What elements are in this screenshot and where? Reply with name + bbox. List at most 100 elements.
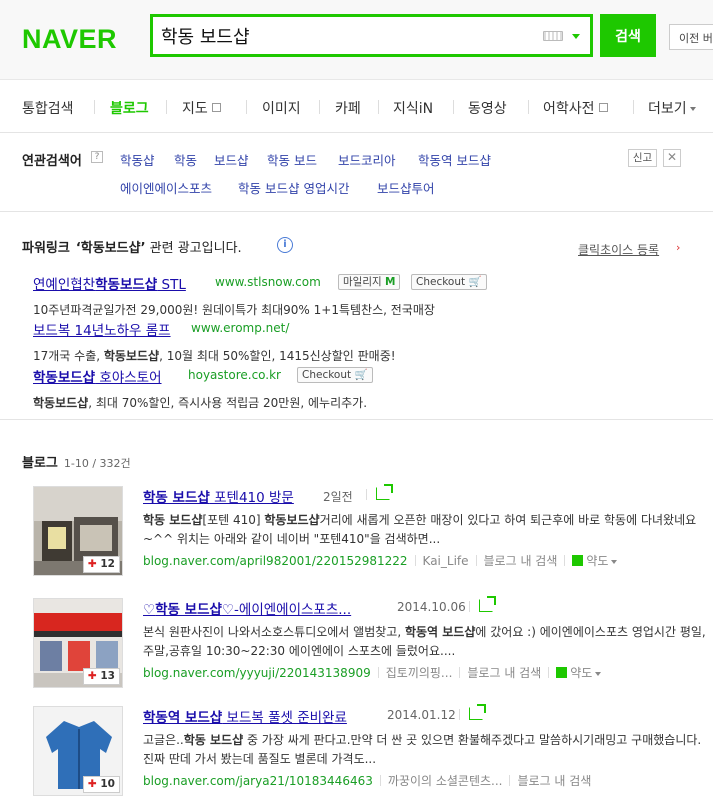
ad-url[interactable]: www.eromp.net/ (191, 321, 289, 335)
chevron-down-icon (595, 672, 602, 676)
report-button[interactable]: 신고 (628, 149, 657, 167)
autocomplete-arrow-icon[interactable] (572, 34, 580, 39)
share-icon[interactable] (376, 484, 393, 500)
ad-desc-text: , 최대 70%할인, 즉시사용 적립금 20만원, 에누리추가. (88, 396, 368, 410)
chevron-right-icon: › (676, 241, 681, 254)
related-item[interactable]: 보드코리아 (338, 150, 396, 169)
tab-map[interactable]: 지도 (182, 98, 221, 118)
tab-dictionary[interactable]: 어학사전 (543, 98, 608, 118)
help-icon[interactable]: ? (91, 151, 103, 163)
blog-description: 고글은..학동 보드샵 중 가장 싸게 판다고.만약 더 싼 곳 있으면 환불해… (143, 731, 708, 769)
chevron-down-icon (689, 107, 696, 111)
divider (366, 489, 367, 500)
search-tabs: 통합검색 블로그 지도 이미지 카페 지식iN 동영상 어학사전 더보기 (0, 80, 713, 133)
blog-thumbnail[interactable]: ✚ 13 (33, 598, 123, 688)
blog-url[interactable]: blog.naver.com/april982001/220152981222 (143, 554, 408, 568)
divider (459, 709, 460, 720)
image-count: 12 (100, 558, 115, 570)
tab-divider (453, 100, 454, 114)
blog-author[interactable]: Kai_Life (423, 554, 469, 568)
blog-title-link[interactable]: ♡학동 보드샵♡-에이엔에이스포츠... (143, 598, 351, 618)
divider (509, 775, 511, 786)
naver-logo[interactable]: NAVER (22, 24, 117, 55)
blog-author[interactable]: 집토끼의핑... (386, 666, 453, 680)
tab-video[interactable]: 동영상 (468, 98, 507, 118)
share-icon[interactable] (479, 596, 496, 612)
tab-kin[interactable]: 지식iN (393, 98, 433, 118)
search-button[interactable]: 검색 (600, 14, 656, 57)
ad-desc-text: 17개국 수출, (33, 349, 104, 363)
related-item[interactable]: 학동 보드샵 영업시간 (238, 178, 349, 197)
search-input[interactable] (161, 23, 531, 49)
post-date: 2일전 (323, 490, 353, 504)
image-count-badge: ✚ 13 (82, 668, 120, 685)
ad-desc-text: , 10월 최대 50%할인, 1415신상할인 판매중! (159, 349, 396, 363)
blog-label: 블로그 (22, 456, 58, 471)
in-blog-search-link[interactable]: 블로그 내 검색 (517, 774, 591, 788)
post-date: 2014.01.12 (387, 708, 456, 722)
ad-title-bold: 학동보드샵 (33, 370, 96, 386)
blog-result: ✚ 12 학동 보드샵 포텐410 방문 2일전 학동 보드샵[포텐 410] … (0, 484, 713, 598)
related-item[interactable]: 보드샵 (214, 150, 249, 169)
ad-desc-bold: 학동보드샵 (103, 349, 160, 363)
blog-title-bold: 학동 보드샵 (143, 490, 210, 506)
blog-author[interactable]: 까꿍이의 소셜콘텐츠... (388, 774, 503, 788)
in-blog-search-link[interactable]: 블로그 내 검색 (467, 666, 541, 680)
related-item[interactable]: 보드샵투어 (377, 178, 435, 197)
close-icon[interactable]: ✕ (663, 149, 681, 167)
related-item[interactable]: 학동샵 (120, 150, 155, 169)
mileage-badge: 마일리지 M (338, 274, 401, 290)
map-toggle[interactable]: 약도 (556, 666, 602, 680)
keyboard-icon[interactable] (543, 31, 563, 41)
blog-title-text: ♡-에이엔에이스포츠... (221, 602, 352, 618)
blog-meta: blog.naver.com/yyyuji/220143138909 집토끼의핑.… (143, 664, 602, 681)
related-item[interactable]: 학동 (174, 150, 197, 169)
ad-url[interactable]: www.stlsnow.com (215, 275, 321, 289)
divider (459, 667, 461, 678)
map-icon (572, 555, 584, 566)
map-window-icon (211, 103, 221, 112)
tab-blog[interactable]: 블로그 (110, 98, 149, 118)
related-item[interactable]: 학동 보드 (267, 150, 317, 169)
blog-thumbnail[interactable]: ✚ 12 (33, 486, 123, 576)
tab-map-label: 지도 (182, 101, 208, 117)
desc-bold: 학동 보드샵 (143, 513, 203, 527)
in-blog-search-link[interactable]: 블로그 내 검색 (484, 554, 558, 568)
blog-url[interactable]: blog.naver.com/yyyuji/220143138909 (143, 666, 371, 680)
cart-icon: 🛒 (354, 369, 368, 381)
header: NAVER 검색 이전 버 (0, 0, 713, 80)
cart-icon: 🛒 (468, 276, 482, 288)
related-title: 연관검색어 (22, 154, 82, 169)
related-item[interactable]: 에이엔에이스포츠 (120, 178, 212, 197)
tab-divider (319, 100, 320, 114)
checkout-label: Checkout (416, 276, 466, 288)
desc-bold: 학동보드샵 (264, 513, 320, 527)
blog-title-text: 보드복 풀셋 준비완료 (222, 710, 347, 726)
tab-integrated[interactable]: 통합검색 (22, 98, 74, 118)
blog-title-bold: 학동 보드샵 (155, 602, 222, 618)
blog-title-link[interactable]: 학동 보드샵 포텐410 방문 (143, 486, 294, 506)
share-icon[interactable] (469, 704, 486, 720)
blog-result: ✚ 10 학동역 보드샵 보드복 풀셋 준비완료 2014.01.12 고글은.… (0, 704, 713, 807)
info-icon[interactable]: i (277, 237, 293, 253)
divider (414, 555, 416, 566)
blog-meta: blog.naver.com/april982001/220152981222 K… (143, 552, 618, 569)
blog-title-link[interactable]: 학동역 보드샵 보드복 풀셋 준비완료 (143, 706, 347, 726)
desc-bold: 학동 보드샵 (183, 733, 244, 747)
blog-result: ✚ 13 ♡학동 보드샵♡-에이엔에이스포츠... 2014.10.06 본식 … (0, 596, 713, 710)
tab-more[interactable]: 더보기 (648, 98, 696, 118)
blog-url[interactable]: blog.naver.com/jarya21/10183446463 (143, 774, 373, 788)
powerlink-section: 파워링크 ‘학동보드샵’ 관련 광고입니다. i 클릭초이스 등록 › 연예인협찬… (0, 213, 713, 420)
map-toggle[interactable]: 약도 (572, 554, 618, 568)
tab-image[interactable]: 이미지 (262, 98, 301, 118)
image-count-badge: ✚ 12 (82, 556, 120, 573)
image-count: 10 (100, 778, 115, 790)
related-item[interactable]: 학동역 보드샵 (418, 150, 491, 169)
clickchoice-link[interactable]: 클릭초이스 등록 (578, 241, 659, 258)
search-box[interactable] (150, 14, 593, 57)
ad-url[interactable]: hoyastore.co.kr (188, 368, 281, 382)
tab-cafe[interactable]: 카페 (335, 98, 361, 118)
prev-button[interactable]: 이전 버 (669, 24, 713, 50)
tab-dictionary-label: 어학사전 (543, 101, 595, 117)
blog-thumbnail[interactable]: ✚ 10 (33, 706, 123, 796)
